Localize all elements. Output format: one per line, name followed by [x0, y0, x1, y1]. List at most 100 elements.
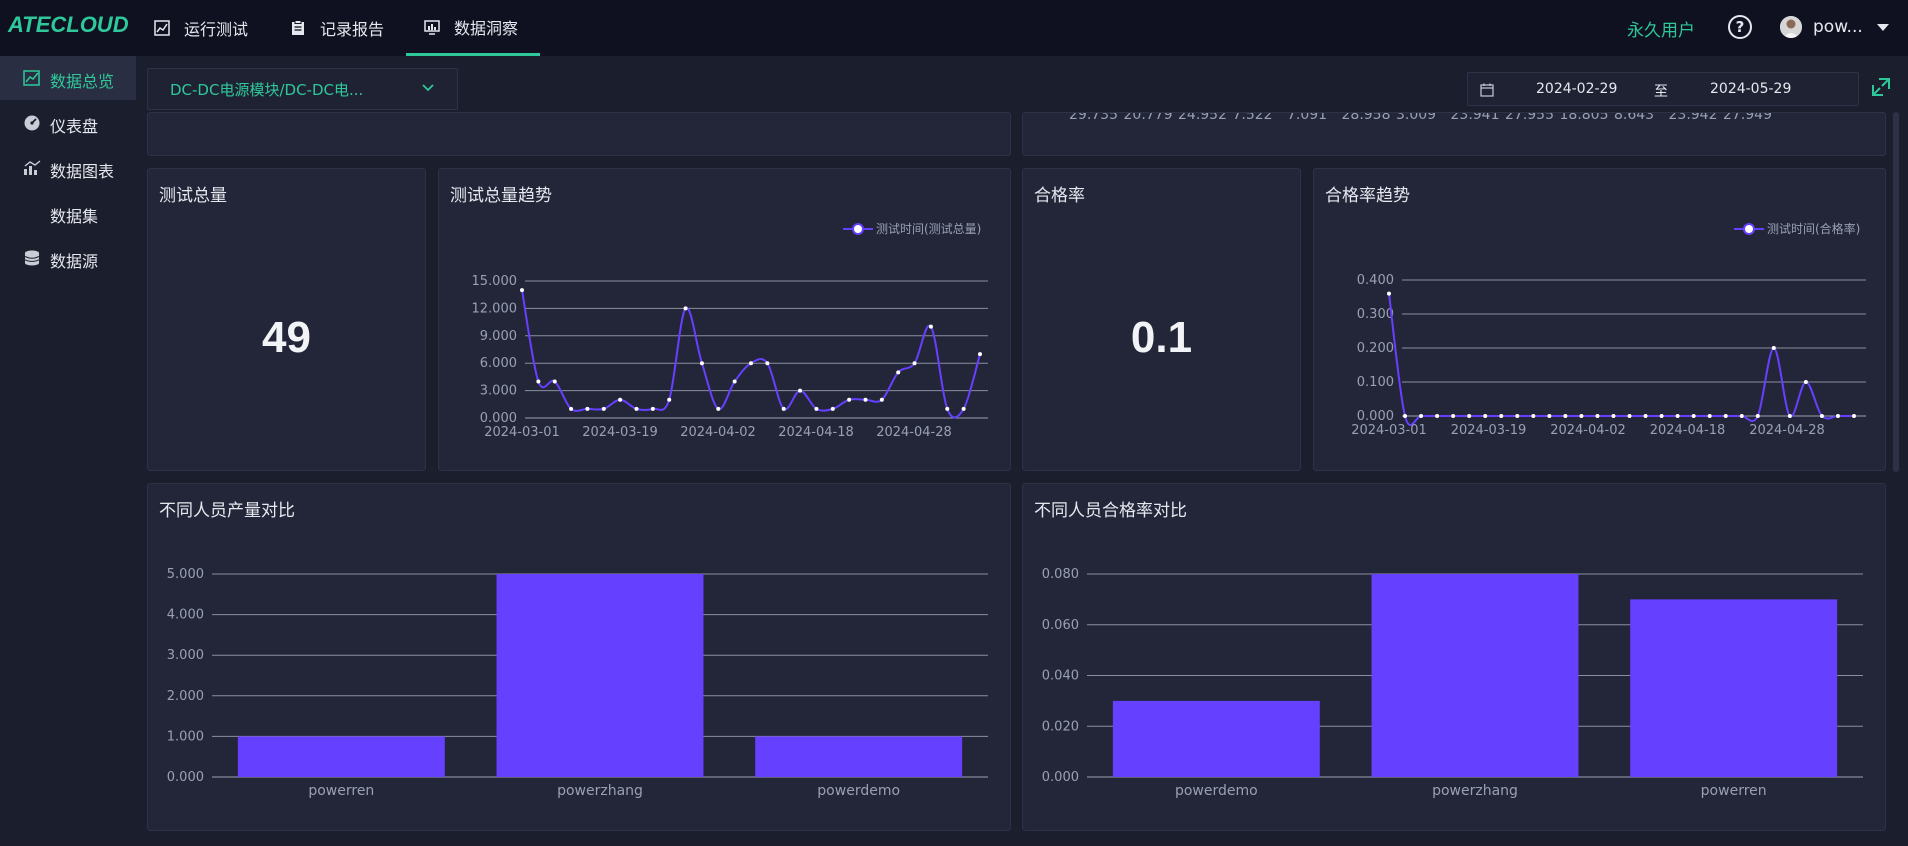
tab-record-report-label: 记录报告	[320, 20, 385, 39]
help-icon[interactable]: ?	[1728, 15, 1752, 39]
data-point	[683, 306, 688, 311]
data-point	[1755, 414, 1760, 418]
chevron-down-icon[interactable]	[1877, 24, 1889, 31]
strip-value: 28.958	[1341, 112, 1391, 123]
data-point	[1403, 414, 1408, 418]
bar-chart-icon	[424, 19, 440, 35]
strip-value: 3.009	[1396, 112, 1437, 123]
date-start[interactable]: 2024-02-29	[1536, 81, 1617, 97]
data-point	[1691, 414, 1696, 418]
sidebar-item-overview[interactable]: 数据总览	[0, 56, 136, 100]
y-tick-label: 4.000	[167, 608, 204, 623]
panel-partial-right: 29.735 20.779 24.952 7.522 7.091 28.958 3.009 2…	[1022, 112, 1886, 156]
panel-title: 测试总量	[159, 186, 227, 206]
data-point	[1835, 414, 1840, 418]
x-tick-label: 2024-03-19	[582, 425, 658, 440]
date-end[interactable]: 2024-05-29	[1710, 81, 1791, 97]
tab-record-report[interactable]: 记录报告	[290, 0, 384, 56]
bar	[1630, 599, 1838, 777]
x-tick-label: powerzhang	[557, 783, 643, 799]
user-avatar-icon	[1780, 16, 1802, 38]
data-point	[1547, 414, 1552, 418]
total-trend-chart: 0.000 3.000 6.000 9.000 12.000 15.000 2024-03-…	[472, 274, 988, 440]
data-point	[569, 406, 574, 411]
data-point	[1771, 346, 1776, 350]
data-point	[814, 406, 819, 411]
x-tick-label: 2024-03-19	[1451, 423, 1527, 438]
y-tick-label: 0.000	[1042, 770, 1079, 785]
x-tick-label: powerdemo	[1175, 783, 1258, 799]
data-point	[863, 397, 868, 402]
data-point	[1387, 291, 1391, 296]
y-tick-label: 3.000	[167, 648, 204, 663]
y-tick-label: 15.000	[472, 274, 518, 289]
data-point	[585, 406, 590, 411]
data-point	[1739, 414, 1744, 418]
x-tick-label: powerren	[308, 783, 374, 799]
y-tick-label: 0.000	[480, 411, 517, 426]
data-point	[1787, 414, 1792, 418]
y-tick-label: 12.000	[472, 301, 518, 316]
data-point	[879, 397, 884, 402]
chart-line-icon	[154, 20, 170, 36]
data-point	[618, 397, 623, 402]
tab-run-test[interactable]: 运行测试	[154, 0, 248, 56]
avatar[interactable]	[1780, 16, 1802, 38]
strip-value: 20.779	[1123, 112, 1173, 123]
app-logo[interactable]: ATECLOUD	[8, 12, 129, 38]
sidebar-item-dashboard[interactable]: 仪表盘	[0, 101, 136, 145]
y-tick-label: 0.300	[1357, 307, 1394, 322]
series-line	[1388, 293, 1854, 426]
data-point	[634, 406, 639, 411]
data-point	[1531, 414, 1536, 418]
panel-pass-rate: 合格率 0.1	[1022, 168, 1301, 471]
strip-value: 7.091	[1287, 112, 1328, 123]
page-scrollbar[interactable]	[1893, 112, 1899, 472]
sidebar-item-data-charts[interactable]: 数据图表	[0, 146, 136, 190]
data-point	[1707, 414, 1712, 418]
data-point	[945, 406, 950, 411]
data-point	[1595, 414, 1600, 418]
data-point	[1611, 414, 1616, 418]
data-point	[667, 397, 672, 402]
fullscreen-icon[interactable]	[1871, 77, 1891, 97]
x-tick-label: powerdemo	[817, 783, 900, 799]
data-point	[1483, 414, 1488, 418]
data-point	[732, 379, 737, 384]
data-point	[961, 406, 966, 411]
data-point	[798, 388, 803, 393]
sidebar-item-datasource[interactable]: 数据源	[0, 236, 136, 280]
data-point	[1563, 414, 1568, 418]
sidebar-item-label: 数据源	[50, 252, 99, 271]
data-point	[928, 324, 933, 329]
panel-person-pass: 不同人员合格率对比 0.000 0.020 0.040 0.060 0.080 power…	[1022, 483, 1886, 831]
x-tick-label: 2024-03-01	[484, 425, 560, 440]
x-tick-label: 2024-04-02	[680, 425, 756, 440]
data-point	[1819, 414, 1824, 418]
data-point	[749, 361, 753, 366]
x-tick-label: powerren	[1701, 783, 1767, 799]
sidebar-item-label: 仪表盘	[50, 117, 99, 136]
sidebar: 数据总览 仪表盘 数据图表 数据集 数据源	[0, 56, 136, 846]
x-tick-label: 2024-04-18	[778, 425, 854, 440]
panel-total-trend: 测试总量趋势 测试时间(测试总量) 0.000 3.000 6.000 9.000 12…	[438, 168, 1011, 471]
y-tick-label: 5.000	[167, 567, 204, 582]
username[interactable]: pow...	[1813, 17, 1863, 37]
y-tick-label: 3.000	[480, 384, 517, 399]
y-tick-label: 6.000	[480, 356, 517, 371]
panel-title: 合格率	[1034, 186, 1085, 206]
date-range-picker[interactable]: 2024-02-29 至 2024-05-29	[1467, 72, 1859, 106]
data-point	[830, 406, 835, 411]
tab-data-insight[interactable]: 数据洞察	[406, 0, 540, 56]
y-tick-label: 0.000	[1357, 409, 1394, 424]
sidebar-item-label: 数据图表	[50, 162, 115, 181]
data-point	[1675, 414, 1680, 418]
data-point	[912, 361, 917, 366]
y-tick-label: 0.100	[1357, 375, 1394, 390]
bar	[1371, 574, 1579, 777]
sidebar-item-dataset[interactable]: 数据集	[0, 191, 136, 235]
strip-value: 18.805	[1559, 112, 1609, 123]
sidebar-item-label: 数据总览	[50, 72, 115, 91]
bar	[1112, 700, 1320, 777]
product-select[interactable]: DC-DC电源模块/DC-DC电...	[147, 68, 458, 110]
